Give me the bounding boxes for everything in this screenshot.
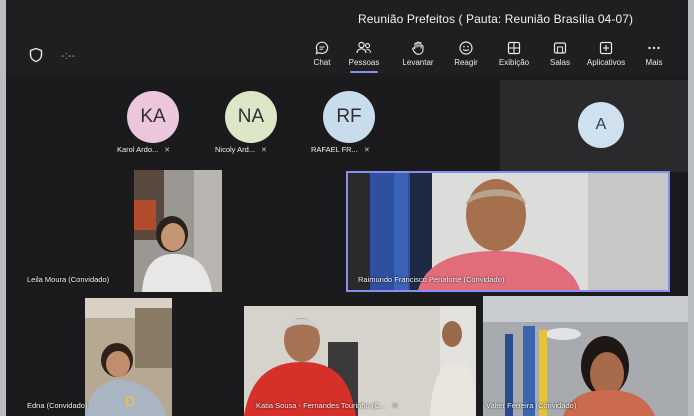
avatar-rafael[interactable]: RF bbox=[323, 91, 375, 143]
participant-label-edna: Edna (Convidado) bbox=[27, 401, 88, 410]
title-bar: Reunião Prefeitos ( Pauta: Reunião Brasí… bbox=[6, 0, 688, 34]
video-tile-valter[interactable] bbox=[483, 296, 688, 416]
svg-text:D: D bbox=[125, 393, 135, 409]
avatar-initials: KA bbox=[140, 106, 166, 127]
participant-name-label: Katia Sousa - Fernandes Tourinho (C... bbox=[256, 401, 386, 410]
participant-video bbox=[244, 306, 476, 416]
mic-muted-icon: ✕ bbox=[391, 403, 398, 410]
participant-label-katia: Katia Sousa - Fernandes Tourinho (C... ✕ bbox=[256, 401, 398, 410]
view-label: Exibição bbox=[498, 58, 530, 67]
participant-name-karol: Karol Ardo... ✕ bbox=[117, 145, 170, 154]
react-button[interactable]: Reagir bbox=[444, 40, 488, 67]
chat-button[interactable]: Chat bbox=[300, 40, 344, 67]
chat-label: Chat bbox=[313, 58, 331, 67]
participant-name-nicoly: Nicoly Ard... ✕ bbox=[215, 145, 267, 154]
avatar-initials: A bbox=[595, 116, 607, 133]
video-tile-edna[interactable]: D bbox=[85, 298, 172, 416]
view-grid-icon bbox=[507, 41, 521, 55]
people-button[interactable]: Pessoas bbox=[342, 40, 386, 73]
meeting-title: Reunião Prefeitos ( Pauta: Reunião Brasí… bbox=[358, 12, 634, 26]
participant-name-rafael: RAFAEL FR... ✕ bbox=[311, 145, 370, 154]
mic-muted-icon: ✕ bbox=[261, 147, 267, 154]
participant-label-valter: Valter Ferreira (Convidado) bbox=[486, 401, 577, 410]
react-label: Reagir bbox=[454, 58, 478, 67]
participant-name-label: RAFAEL FR... bbox=[311, 145, 358, 154]
more-label: Mais bbox=[645, 58, 663, 67]
avatar-initials: NA bbox=[237, 106, 265, 127]
avatar-initials: RF bbox=[336, 106, 362, 127]
participant-video: D bbox=[85, 298, 172, 416]
raise-hand-label: Levantar bbox=[402, 58, 434, 67]
apps-label: Aplicativos bbox=[586, 58, 626, 67]
participant-label-leila: Leila Moura (Convidado) bbox=[27, 275, 110, 284]
meeting-timer: -:-- bbox=[61, 50, 76, 62]
rooms-label: Salas bbox=[549, 58, 570, 67]
rooms-button[interactable]: Salas bbox=[538, 40, 582, 67]
participant-label-raimundo: Raimundo Francisco Penaforte (Convidado) bbox=[358, 275, 505, 284]
view-button[interactable]: Exibição bbox=[492, 40, 536, 67]
apps-plus-icon bbox=[599, 41, 613, 55]
video-tile-raimundo[interactable] bbox=[346, 171, 670, 292]
people-icon bbox=[356, 41, 372, 54]
mic-muted-icon: ✕ bbox=[164, 147, 171, 154]
mic-muted-icon: ✕ bbox=[363, 147, 370, 154]
avatar-karol[interactable]: KA bbox=[127, 91, 179, 143]
raise-hand-icon bbox=[412, 41, 424, 55]
participant-name-label: Karol Ardo... bbox=[117, 145, 159, 154]
more-dots-icon bbox=[648, 46, 660, 50]
chat-icon bbox=[315, 41, 329, 55]
rooms-icon bbox=[553, 42, 567, 54]
react-smile-icon bbox=[459, 41, 473, 55]
participant-video bbox=[348, 173, 668, 290]
shield-icon bbox=[29, 47, 43, 63]
video-tile-leila[interactable] bbox=[134, 170, 222, 292]
people-label: Pessoas bbox=[348, 58, 380, 67]
raise-hand-button[interactable]: Levantar bbox=[396, 40, 440, 67]
apps-button[interactable]: Aplicativos bbox=[584, 40, 628, 67]
participant-video bbox=[483, 296, 688, 416]
participant-video bbox=[134, 170, 222, 292]
avatar-nicoly[interactable]: NA bbox=[225, 91, 277, 143]
video-tile-katia[interactable] bbox=[244, 306, 476, 416]
teams-meeting-window: Reunião Prefeitos ( Pauta: Reunião Brasí… bbox=[6, 0, 688, 416]
participant-name-label: Nicoly Ard... bbox=[215, 145, 256, 154]
avatar-a[interactable]: A bbox=[578, 102, 624, 148]
more-button[interactable]: Mais bbox=[632, 40, 676, 67]
